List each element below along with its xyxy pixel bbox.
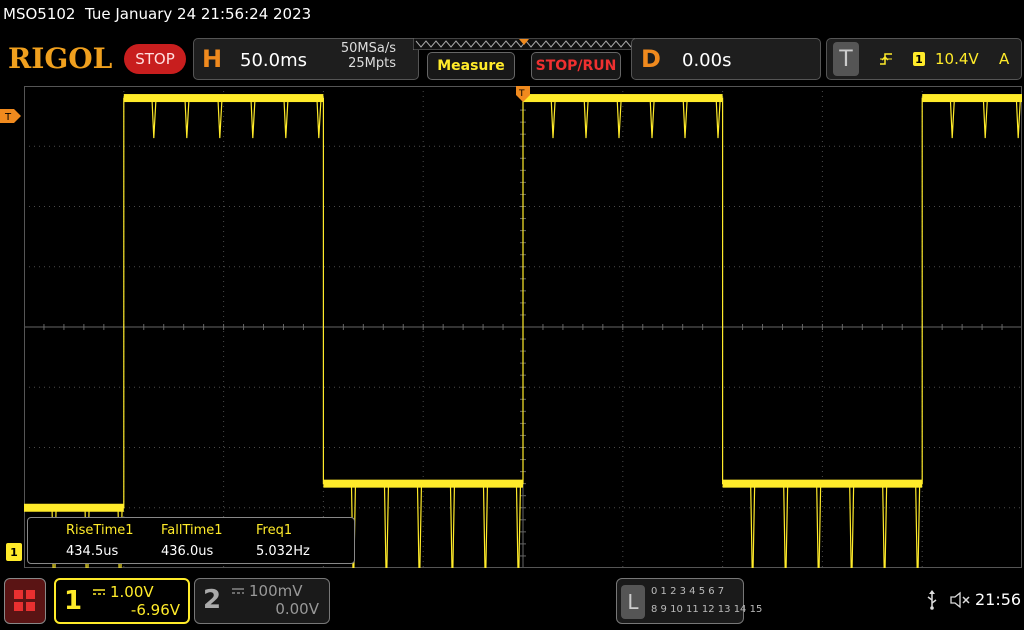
usb-icon xyxy=(927,590,937,610)
digital-channels-row1: 0 1 2 3 4 5 6 7 xyxy=(651,586,725,597)
channel1-level-band xyxy=(722,479,923,488)
model-name: MSO5102 xyxy=(3,5,76,23)
trigger-level: 10.4V xyxy=(935,50,979,68)
trigger-letter: T xyxy=(833,42,859,76)
measurement-value: 434.5us xyxy=(66,544,119,559)
system-clock: 21:56 xyxy=(975,590,1022,609)
grid-menu-icon xyxy=(14,590,35,611)
measurement-label: FallTime1 xyxy=(161,523,223,538)
channel1-level-band xyxy=(323,479,523,488)
mute-icon[interactable] xyxy=(950,591,972,609)
horizontal-panel[interactable]: H 50.0ms 50MSa/s 25Mpts xyxy=(193,38,419,80)
channel1-scale: 1.00V xyxy=(110,583,154,601)
rising-edge-icon xyxy=(880,53,892,65)
channel1-level-band xyxy=(24,503,124,512)
trigger-level-marker-label: T xyxy=(4,112,12,123)
app-menu-button[interactable] xyxy=(4,578,46,624)
memory-depth: 25Mpts xyxy=(348,56,396,71)
run-state-badge[interactable]: STOP xyxy=(124,44,186,74)
measurement-value: 5.032Hz xyxy=(256,544,310,559)
trigger-source-badge: 1 xyxy=(913,52,925,66)
channel1-level-band xyxy=(523,94,723,103)
delay-letter: D xyxy=(641,45,661,73)
waveform-position-strip xyxy=(413,38,635,50)
sample-rate: 50MSa/s xyxy=(340,41,396,56)
trigger-position-marker[interactable]: T xyxy=(515,86,531,110)
channel2-number: 2 xyxy=(203,585,222,615)
channel1-offset-marker[interactable]: 1 xyxy=(6,543,22,561)
measure-button[interactable]: Measure xyxy=(427,52,515,80)
trigger-panel[interactable]: T 1 10.4V A xyxy=(826,38,1022,80)
waveform-display[interactable] xyxy=(24,86,1022,568)
channel2-scale: 100mV xyxy=(249,582,303,600)
dc-coupling-icon xyxy=(232,588,244,594)
channel1-level-band xyxy=(922,94,1022,103)
trigger-position-marker-label: T xyxy=(518,89,525,99)
measurement-label: Freq1 xyxy=(256,523,293,538)
delay-panel[interactable]: D 0.00s xyxy=(631,38,821,80)
status-line: MSO5102 Tue January 24 21:56:24 2023 xyxy=(3,5,311,23)
measurement-label: RiseTime1 xyxy=(66,523,134,538)
stop-run-button[interactable]: STOP/RUN xyxy=(531,52,621,80)
logic-analyzer-letter: L xyxy=(621,585,645,619)
dc-coupling-icon xyxy=(93,589,105,595)
measurement-results[interactable]: RiseTime1 434.5us FallTime1 436.0us Freq… xyxy=(27,517,355,564)
datetime: Tue January 24 21:56:24 2023 xyxy=(85,5,312,23)
logic-analyzer-panel[interactable]: L 0 1 2 3 4 5 6 7 8 9 10 11 12 13 14 15 xyxy=(616,578,762,624)
channel1-level-band xyxy=(123,94,324,103)
trigger-level-marker[interactable]: T xyxy=(0,109,22,123)
channel2-panel[interactable]: 2 100mV 0.00V xyxy=(194,578,330,624)
trigger-mode: A xyxy=(999,50,1010,68)
delay-value: 0.00s xyxy=(682,50,732,71)
measurement-value: 436.0us xyxy=(161,544,214,559)
channel1-panel[interactable]: 1 1.00V -6.96V xyxy=(54,578,190,624)
brand-logo: RIGOL xyxy=(8,42,113,75)
horizontal-letter: H xyxy=(202,45,223,73)
digital-channels-row2: 8 9 10 11 12 13 14 15 xyxy=(651,604,763,615)
channel2-offset: 0.00V xyxy=(275,600,319,618)
channel1-offset: -6.96V xyxy=(130,601,180,619)
channel1-number: 1 xyxy=(64,586,83,616)
timebase-value: 50.0ms xyxy=(240,50,307,71)
